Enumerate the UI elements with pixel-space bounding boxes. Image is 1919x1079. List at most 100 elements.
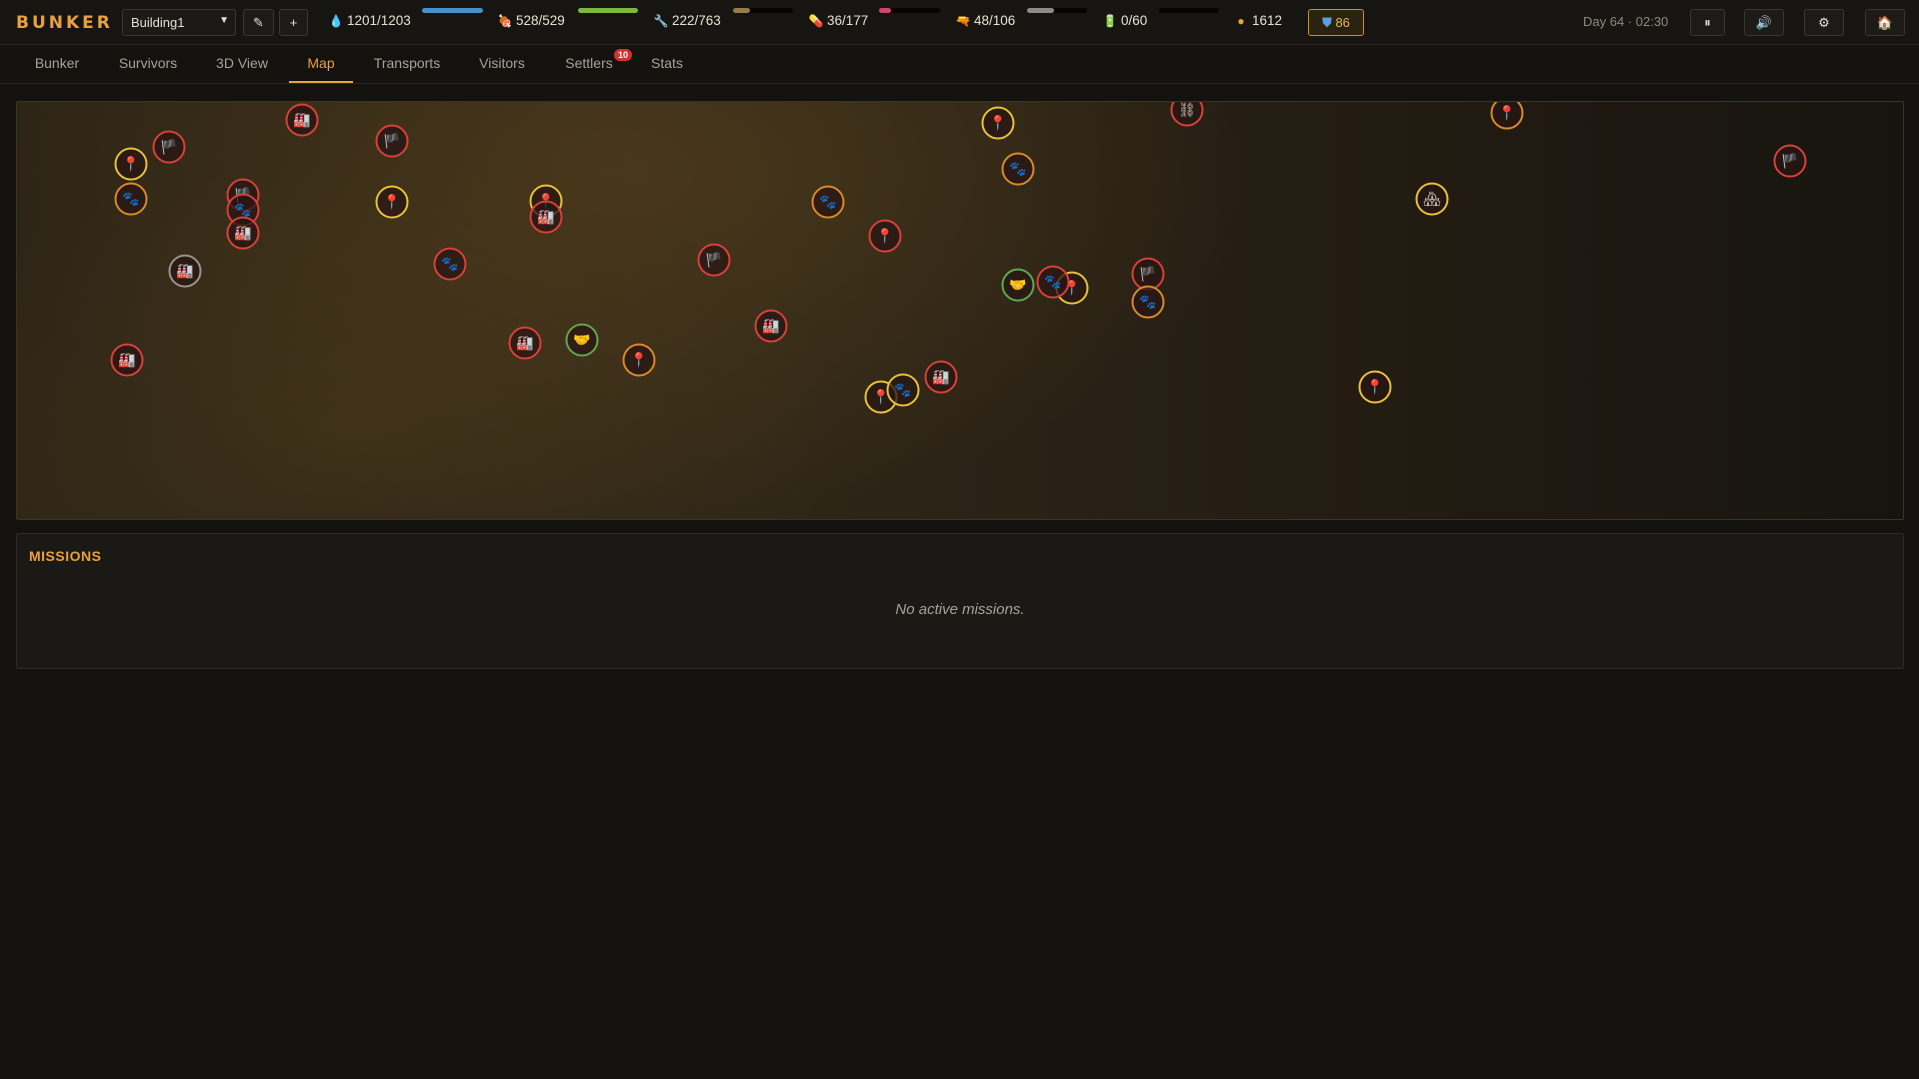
resource-coins: ● 1612 <box>1233 13 1282 33</box>
defense-badge[interactable]: ⛊ 86 <box>1308 9 1364 36</box>
resource-water: 💧 1201/1203 <box>328 13 411 33</box>
map-marker-paw[interactable]: 🐾 <box>811 185 845 219</box>
factory-icon: 🏭 <box>537 208 555 225</box>
map-marker-factory[interactable]: 🏭 <box>110 343 144 377</box>
defense-value: 86 <box>1335 15 1350 30</box>
factory-icon: 🏭 <box>516 334 534 351</box>
gun-icon: 🔫 <box>955 14 971 28</box>
map-marker-pin[interactable]: 📍 <box>981 106 1015 140</box>
map-marker-pin[interactable]: 📍 <box>375 185 409 219</box>
tab-map[interactable]: Map <box>289 45 353 83</box>
map-marker-factory[interactable]: 🏭 <box>924 360 958 394</box>
factory-icon: 🏭 <box>932 368 950 385</box>
map-marker-handshake[interactable]: 🤝 <box>565 323 599 357</box>
add-building-button[interactable]: + <box>279 9 308 36</box>
water-drop-icon: 💧 <box>328 14 344 28</box>
factory-icon: 🏭 <box>234 224 252 241</box>
handshake-icon: 🤝 <box>573 331 591 348</box>
factory-icon: 🏭 <box>293 111 311 128</box>
flag-icon: 🏴 <box>160 138 178 155</box>
building-select-value: Building1 <box>131 15 185 30</box>
weapons-progress-bar <box>1027 8 1087 13</box>
resource-food: 🍖 528/529 <box>497 13 565 33</box>
pin-icon: 📍 <box>876 227 894 244</box>
app-logo: BUNKER <box>16 13 113 33</box>
map-marker-pin[interactable]: 📍 <box>868 219 902 253</box>
pause-button[interactable]: ⏸ <box>1690 9 1725 36</box>
settings-button[interactable]: ⚙ <box>1804 9 1844 36</box>
map-marker-factory[interactable]: 🏭 <box>529 200 563 234</box>
tab-stats[interactable]: Stats <box>640 45 694 83</box>
map-marker-flag[interactable]: 🏴 <box>375 124 409 158</box>
map-marker-factory[interactable]: 🏭 <box>226 216 260 250</box>
building-select[interactable]: Building1 ▼ <box>122 9 236 36</box>
tools-icon: 🔧 <box>653 14 669 28</box>
map-marker-pin[interactable]: 📍 <box>622 343 656 377</box>
resource-medicine-value: 36/177 <box>827 13 869 28</box>
sound-button[interactable]: 🔊 <box>1744 9 1784 36</box>
top-bar: BUNKER Building1 ▼ ✎ + 💧 1201/1203 🍖 528/5… <box>0 0 1919 45</box>
materials-progress-bar <box>733 8 793 13</box>
pin-icon: 📍 <box>989 114 1007 131</box>
handshake-icon: 🤝 <box>1009 276 1027 293</box>
map-marker-factory[interactable]: 🏭 <box>168 254 202 288</box>
map-marker-pin[interactable]: 📍 <box>114 147 148 181</box>
home-button[interactable]: 🏠 <box>1865 9 1905 36</box>
map-marker-flag[interactable]: 🏴 <box>1773 144 1807 178</box>
tab-settlers[interactable]: Settlers 10 <box>560 45 632 83</box>
plus-icon: + <box>289 15 298 30</box>
world-map[interactable]: 📍🏴🏭🏴🐾🏴🐾🏭📍📍🏭🏭🐾🏭🏭🤝📍🏴🏭🐾📍📍🐾🏭📍🐾🤝📍🐾⛓🏴🐾📍🏘📍🏴 <box>16 101 1904 520</box>
resource-coins-value: 1612 <box>1252 13 1283 28</box>
tab-bunker[interactable]: Bunker <box>22 45 92 83</box>
paw-icon: 🐾 <box>894 381 912 398</box>
tab-transports[interactable]: Transports <box>364 45 450 83</box>
map-marker-factory[interactable]: 🏭 <box>754 309 788 343</box>
fuel-progress-bar <box>1159 8 1219 13</box>
map-marker-paw[interactable]: 🐾 <box>1131 285 1165 319</box>
factory-icon: 🏭 <box>762 317 780 334</box>
map-marker-flag[interactable]: 🏴 <box>697 243 731 277</box>
resource-weapons: 🔫 48/106 <box>955 13 1016 33</box>
resource-medicine: 💊 36/177 <box>808 13 869 33</box>
day-clock: Day 64 · 02:30 <box>1583 14 1669 29</box>
pin-icon: 📍 <box>1498 104 1516 121</box>
resource-water-value: 1201/1203 <box>347 13 411 28</box>
map-marker-factory[interactable]: 🏭 <box>508 326 542 360</box>
pin-icon: 📍 <box>630 351 648 368</box>
paw-icon: 🐾 <box>1044 273 1062 290</box>
paw-icon: 🐾 <box>122 190 140 207</box>
paw-icon: 🐾 <box>1139 293 1157 310</box>
map-marker-camp[interactable]: 🏘 <box>1415 182 1449 216</box>
pill-icon: 💊 <box>808 14 824 28</box>
flag-icon: 🏴 <box>1781 152 1799 169</box>
map-marker-paw[interactable]: 🐾 <box>1036 265 1070 299</box>
factory-icon: 🏭 <box>118 351 136 368</box>
map-marker-paw[interactable]: 🐾 <box>1001 152 1035 186</box>
map-marker-handshake[interactable]: 🤝 <box>1001 268 1035 302</box>
meat-icon: 🍖 <box>497 14 513 28</box>
map-marker-chains[interactable]: ⛓ <box>1170 102 1204 127</box>
main-tabs: Bunker Survivors 3D View Map Transports … <box>0 45 1919 84</box>
pin-icon: 📍 <box>1366 378 1384 395</box>
map-marker-paw[interactable]: 🐾 <box>433 247 467 281</box>
map-marker-flag[interactable]: 🏴 <box>152 130 186 164</box>
map-marker-paw[interactable]: 🐾 <box>886 373 920 407</box>
settlers-count-badge: 10 <box>613 49 632 61</box>
shield-icon: ⛊ <box>1322 15 1332 30</box>
resource-fuel: 🔋 0/60 <box>1102 13 1148 33</box>
map-marker-pin[interactable]: 📍 <box>1358 370 1392 404</box>
map-marker-paw[interactable]: 🐾 <box>114 182 148 216</box>
tab-3d-view[interactable]: 3D View <box>205 45 279 83</box>
map-marker-factory[interactable]: 🏭 <box>285 103 319 137</box>
tab-survivors[interactable]: Survivors <box>108 45 188 83</box>
gear-icon: ⚙ <box>1818 15 1830 30</box>
coin-icon: ● <box>1237 14 1245 28</box>
food-progress-bar <box>578 8 638 13</box>
missions-empty-text: No active missions. <box>895 601 1025 618</box>
map-marker-pin[interactable]: 📍 <box>1490 102 1524 130</box>
tab-visitors[interactable]: Visitors <box>466 45 538 83</box>
pause-icon: ⏸ <box>1704 15 1711 30</box>
resource-weapons-value: 48/106 <box>974 13 1016 28</box>
rename-building-button[interactable]: ✎ <box>243 9 274 36</box>
flag-icon: 🏴 <box>1139 265 1157 282</box>
